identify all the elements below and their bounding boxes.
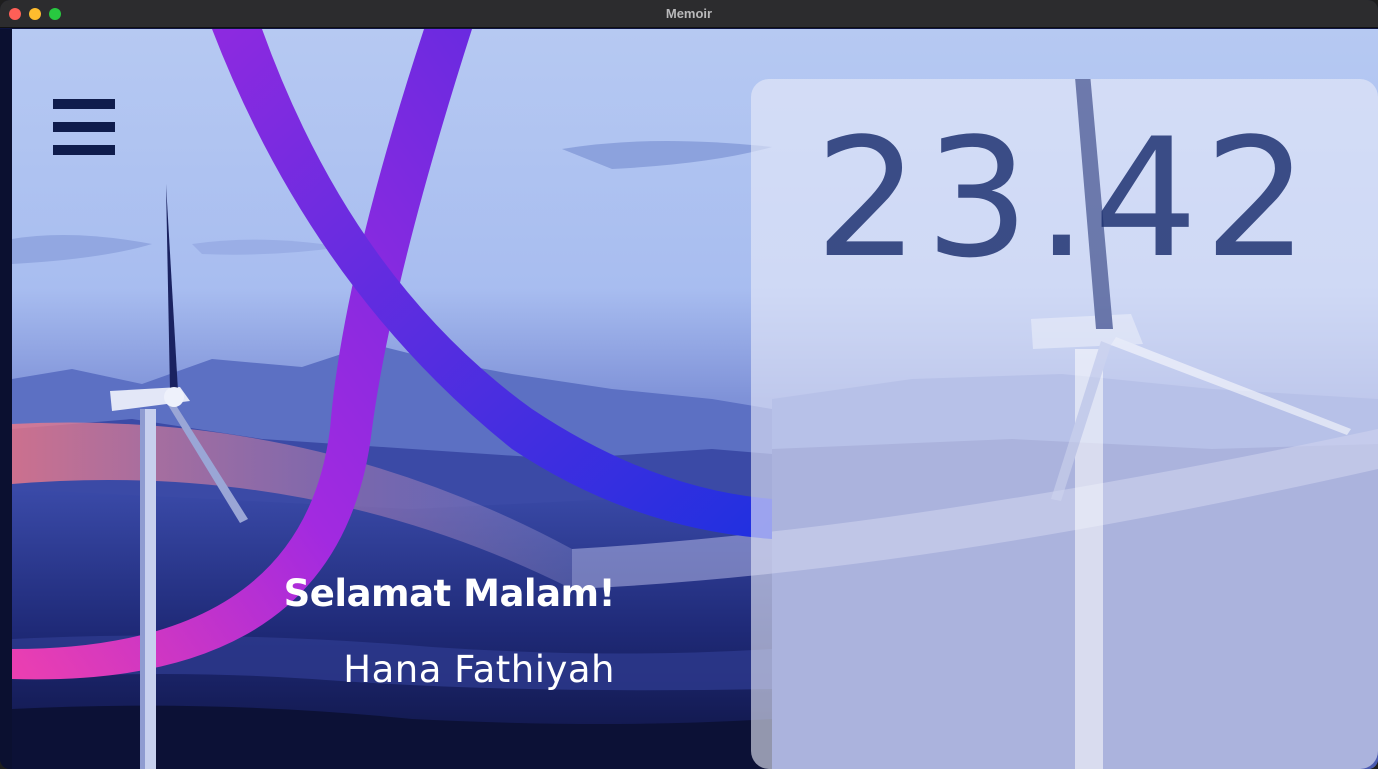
minimize-window-button[interactable] xyxy=(29,8,41,20)
main-content: 23.42 Selamat Malam! Hana Fathiyah xyxy=(0,29,1378,769)
hamburger-menu-bar xyxy=(53,122,115,132)
greeting-text: Selamat Malam! xyxy=(283,572,616,615)
window-title: Memoir xyxy=(665,6,713,21)
hamburger-menu-bar xyxy=(53,145,115,155)
title-bar[interactable]: Memoir xyxy=(0,0,1378,28)
hamburger-menu-button[interactable] xyxy=(53,99,115,155)
hamburger-menu-icon xyxy=(53,99,115,109)
user-name: Hana Fathiyah xyxy=(343,648,615,691)
left-edge-strip xyxy=(0,29,12,769)
app-window: Memoir 23.42 Selamat Malam! Hana Fathiya… xyxy=(0,0,1378,769)
close-window-button[interactable] xyxy=(9,8,21,20)
maximize-window-button[interactable] xyxy=(49,8,61,20)
clock-time: 23.42 xyxy=(814,103,1315,294)
